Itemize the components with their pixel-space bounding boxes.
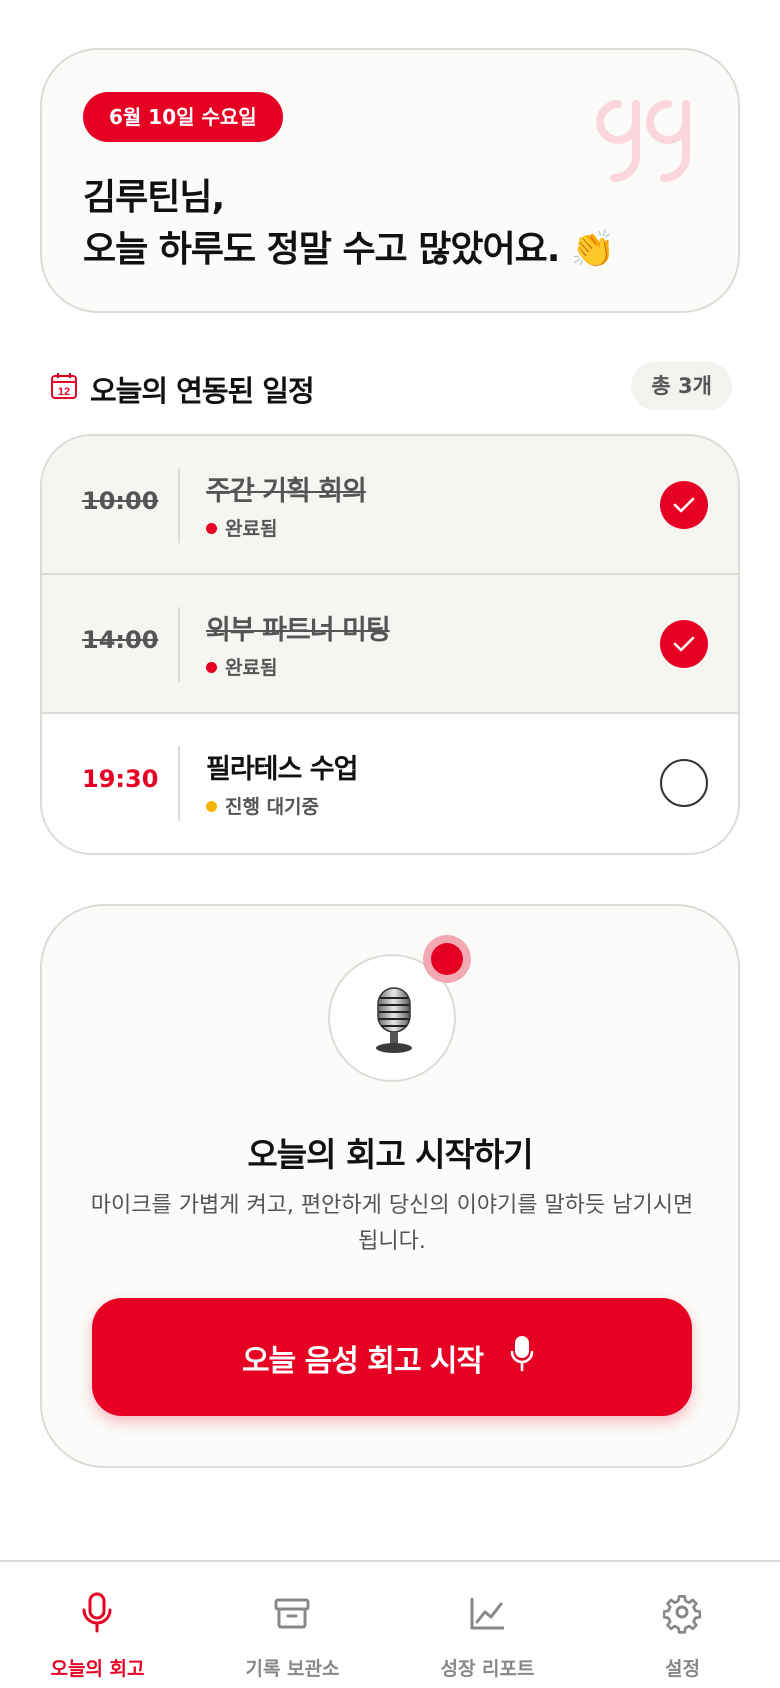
schedule-item-time: 19:30: [82, 765, 159, 793]
chart-icon: [470, 1598, 504, 1630]
divider: [178, 468, 180, 543]
check-icon: [673, 636, 695, 652]
start-voice-retrospective-button[interactable]: 오늘 음성 회고 시작: [92, 1298, 692, 1416]
status-label: 완료됨: [225, 657, 278, 679]
microphone-icon: [376, 987, 412, 1053]
schedule-header: 12 오늘의 연동된 일정 총 3개: [40, 360, 740, 412]
bottom-navigation: 오늘의 회고 기록 보관소 성장 리포트 설정: [0, 1560, 780, 1688]
checkbox-checked[interactable]: [660, 620, 708, 668]
schedule-list: 10:00 주간 기획 회의 완료됨 14:00 외부 파트너 미팅 완료됨 1…: [40, 434, 740, 855]
calendar-icon: 12: [51, 373, 77, 399]
recording-indicator: [423, 935, 471, 983]
schedule-item-title: 필라테스 수업: [206, 754, 358, 785]
voice-retrospective-card: 오늘의 회고 시작하기 마이크를 가볍게 켜고, 편안하게 당신의 이야기를 말…: [40, 904, 740, 1468]
greeting-line-name: 김루틴님,: [83, 177, 225, 218]
schedule-item-status: 진행 대기중: [206, 792, 319, 819]
date-badge: 6월 10일 수요일: [83, 92, 283, 142]
nav-item-archive[interactable]: 기록 보관소: [195, 1562, 390, 1688]
divider: [178, 607, 180, 682]
nav-label: 오늘의 회고: [50, 1658, 145, 1680]
greeting-message: 김루틴님, 오늘 하루도 정말 수고 많았어요. 👏: [83, 172, 616, 276]
status-dot-icon: [206, 523, 217, 534]
quote-icon: [596, 100, 690, 182]
schedule-item-time: 10:00: [82, 487, 159, 515]
status-dot-icon: [206, 662, 217, 673]
schedule-item-status: 완료됨: [206, 653, 277, 680]
nav-item-growth-report[interactable]: 성장 리포트: [390, 1562, 585, 1688]
greeting-line-message: 오늘 하루도 정말 수고 많았어요. 👏: [83, 229, 616, 270]
status-label: 완료됨: [225, 518, 278, 540]
greeting-card: 6월 10일 수요일 김루틴님, 오늘 하루도 정말 수고 많았어요. 👏: [40, 48, 740, 313]
start-button-label: 오늘 음성 회고 시작: [242, 1344, 484, 1379]
mic-icon: [510, 1336, 534, 1372]
nav-label: 성장 리포트: [440, 1658, 535, 1680]
schedule-item[interactable]: 19:30 필라테스 수업 진행 대기중: [42, 714, 738, 853]
schedule-item-title: 외부 파트너 미팅: [206, 615, 391, 646]
status-label: 진행 대기중: [225, 796, 320, 818]
schedule-item[interactable]: 10:00 주간 기획 회의 완료됨: [42, 436, 738, 575]
schedule-title: 오늘의 연동된 일정: [90, 374, 315, 408]
schedule-count-badge: 총 3개: [631, 362, 732, 410]
status-dot-icon: [206, 801, 217, 812]
nav-label: 기록 보관소: [245, 1658, 340, 1680]
nav-item-settings[interactable]: 설정: [585, 1562, 780, 1688]
voice-description: 마이크를 가볍게 켜고, 편안하게 당신의 이야기를 말하듯 남기시면 됩니다.: [90, 1193, 694, 1254]
nav-label: 설정: [665, 1658, 700, 1680]
checkbox-checked[interactable]: [660, 481, 708, 529]
schedule-item-status: 완료됨: [206, 514, 277, 541]
check-icon: [673, 497, 695, 513]
schedule-item-time: 14:00: [82, 626, 159, 654]
gear-icon: [663, 1595, 701, 1634]
checkbox-unchecked[interactable]: [660, 759, 708, 807]
divider: [178, 746, 180, 821]
nav-item-today-retrospective[interactable]: 오늘의 회고: [0, 1562, 195, 1688]
voice-title: 오늘의 회고 시작하기: [247, 1135, 533, 1174]
svg-text:12: 12: [58, 386, 70, 398]
schedule-item-title: 주간 기획 회의: [206, 476, 367, 507]
mic-icon: [82, 1592, 112, 1633]
schedule-item[interactable]: 14:00 외부 파트너 미팅 완료됨: [42, 575, 738, 714]
archive-icon: [274, 1598, 310, 1629]
